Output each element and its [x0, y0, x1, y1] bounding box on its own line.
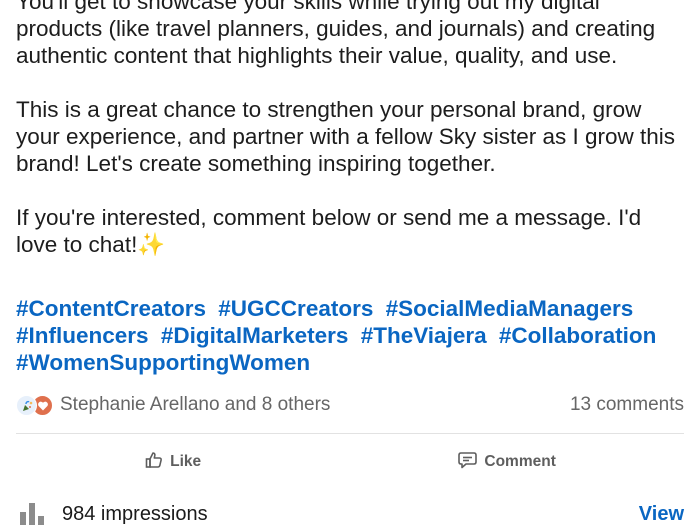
reaction-icons: [16, 393, 56, 417]
reactions-text: Stephanie Arellano and 8 others: [60, 394, 331, 415]
hashtag-link[interactable]: #SocialMediaManagers: [386, 296, 634, 321]
bar-chart-icon: [20, 503, 44, 525]
hashtag-link[interactable]: #Influencers: [16, 323, 149, 348]
impressions-count: 984 impressions: [62, 502, 208, 525]
social-counts-row: Stephanie Arellano and 8 others 13 comme…: [16, 392, 684, 418]
comment-label: Comment: [484, 453, 556, 470]
post-body: You'll get to showcase your skills while…: [16, 0, 688, 285]
post-paragraph: This is a great chance to strengthen you…: [16, 97, 676, 176]
hashtag-link[interactable]: #WomenSupportingWomen: [16, 350, 310, 375]
impressions-summary: 984 impressions: [20, 503, 208, 526]
hashtag-link[interactable]: #TheViajera: [361, 323, 487, 348]
divider: [16, 433, 684, 434]
impressions-row: 984 impressions View: [20, 500, 684, 528]
comment-button[interactable]: Comment: [457, 448, 556, 476]
comments-count-link[interactable]: 13 comments: [570, 394, 684, 416]
hashtag-link[interactable]: #DigitalMarketers: [161, 323, 349, 348]
hashtag-link[interactable]: #Collaboration: [499, 323, 657, 348]
post-paragraph-last: If you're interested, comment below or s…: [16, 204, 688, 258]
thumbs-up-icon: [144, 450, 164, 475]
reactions-summary[interactable]: Stephanie Arellano and 8 others: [16, 393, 330, 417]
hashtag-list: #ContentCreators #UGCCreators #SocialMed…: [16, 295, 688, 376]
post-actions: Like Comment: [16, 448, 684, 476]
sparkles-emoji: ✨: [137, 232, 166, 257]
post-paragraph-text: If you're interested, comment below or s…: [16, 205, 642, 257]
celebrate-icon: [16, 395, 37, 416]
hashtag-link[interactable]: #UGCCreators: [218, 296, 373, 321]
view-analytics-link[interactable]: View: [639, 503, 684, 526]
hashtag-link[interactable]: #ContentCreators: [16, 296, 206, 321]
post-paragraph: You'll get to showcase your skills while…: [16, 0, 656, 68]
like-label: Like: [170, 453, 202, 470]
comment-icon: [457, 450, 478, 475]
like-button[interactable]: Like: [144, 448, 201, 476]
